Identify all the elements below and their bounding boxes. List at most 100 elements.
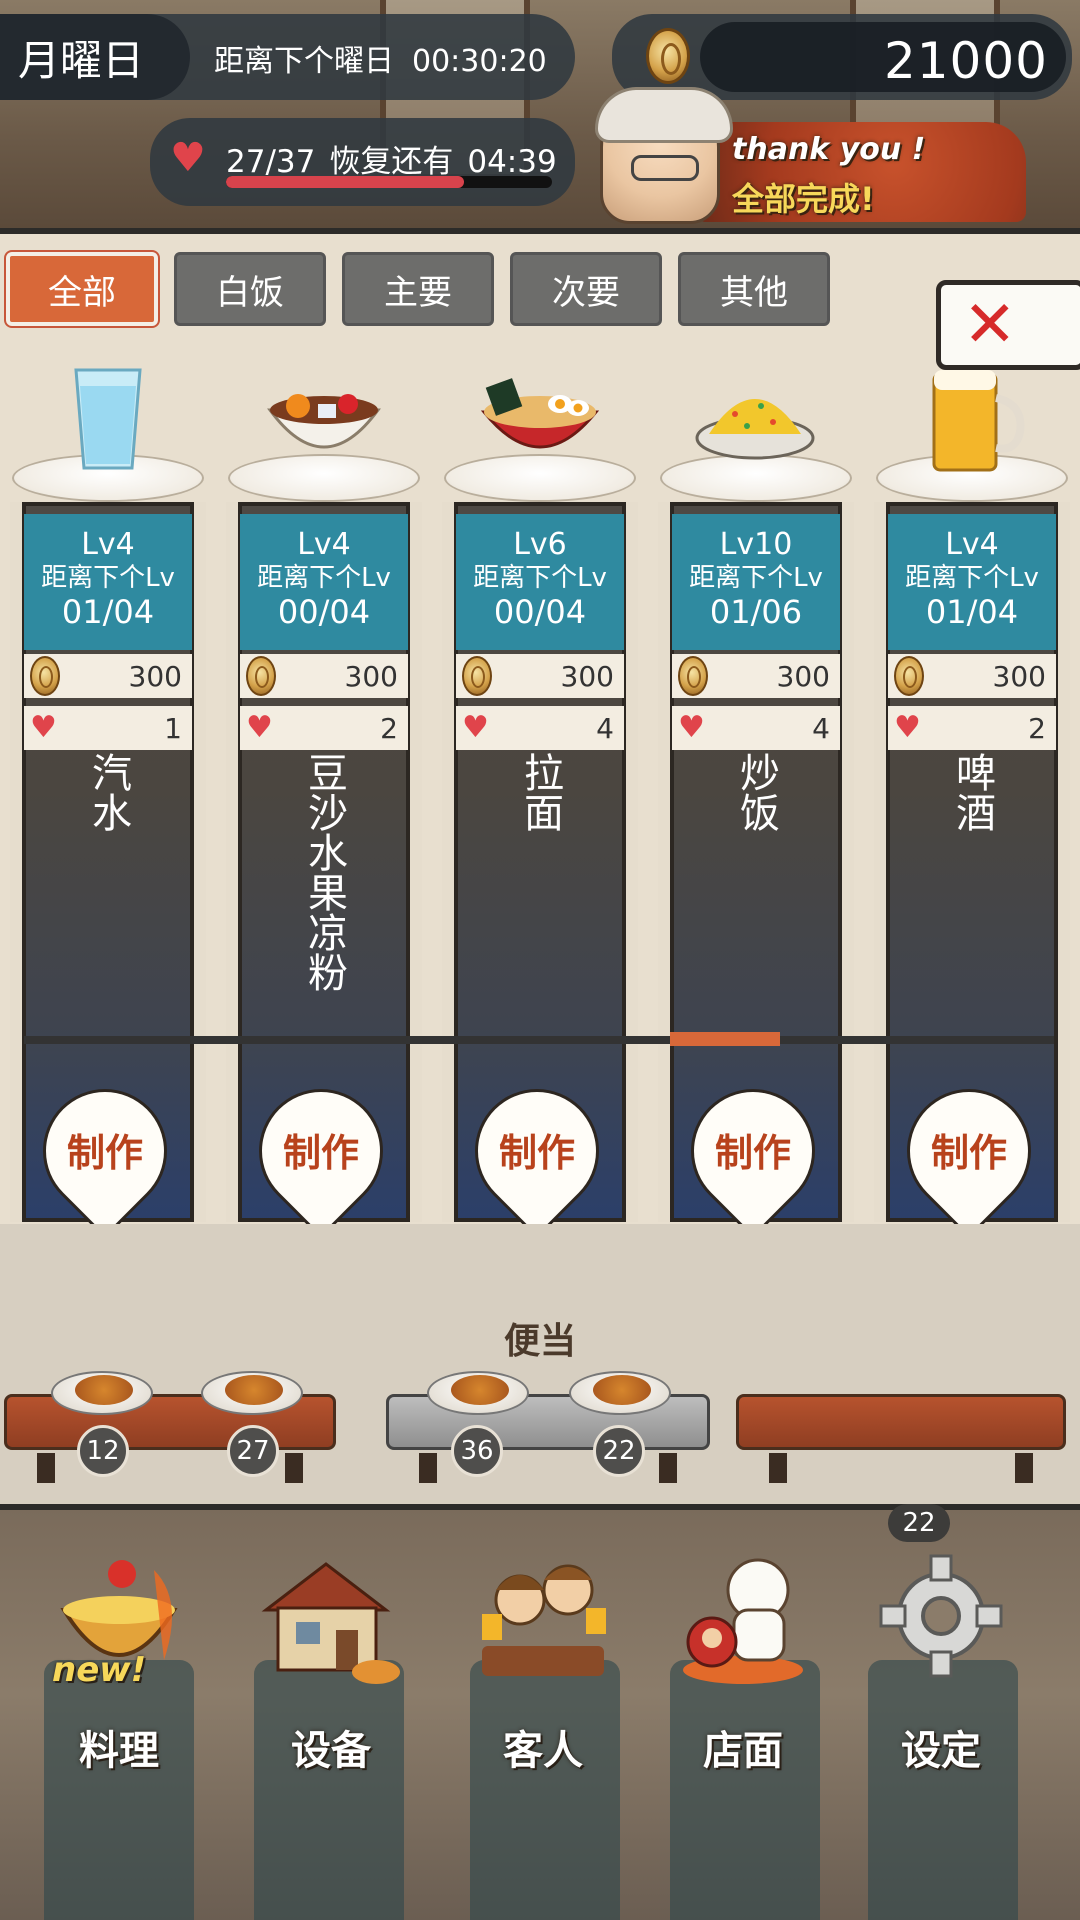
dish-cost: 300 bbox=[560, 659, 614, 693]
stamina-bar-fill bbox=[226, 176, 464, 188]
bento-table[interactable]: 12 27 bbox=[4, 1371, 336, 1483]
fried-rice-icon bbox=[695, 399, 815, 460]
heart-row: ♥ 2 bbox=[240, 706, 408, 750]
dish-name: 拉面 bbox=[517, 752, 563, 832]
next-day-label: 距离下个曜日 bbox=[214, 44, 394, 79]
nav-customers[interactable]: 客人 bbox=[448, 1530, 638, 1774]
make-button-label[interactable]: 制作 bbox=[262, 1122, 380, 1177]
nav-settings[interactable]: 设定 bbox=[846, 1530, 1036, 1774]
bento-dish[interactable] bbox=[51, 1371, 153, 1415]
heart-row: ♥ 4 bbox=[456, 706, 624, 750]
bento-food bbox=[225, 1375, 283, 1405]
next-level-label: 距离下个Lv bbox=[473, 563, 607, 593]
nav-cooking[interactable]: new! 料理 bbox=[24, 1530, 214, 1774]
heart-icon: ♥ bbox=[170, 135, 206, 181]
completion-banner[interactable]: thank you ! 全部完成! bbox=[595, 87, 1030, 224]
dish-level: Lv10 bbox=[719, 527, 793, 562]
nav-equipment-label[interactable]: 设备 bbox=[236, 1718, 426, 1776]
dish-level: Lv4 bbox=[945, 527, 999, 562]
dish-hearts: 2 bbox=[380, 711, 398, 745]
make-button-label[interactable]: 制作 bbox=[694, 1122, 812, 1177]
level-progress: 01/04 bbox=[925, 593, 1019, 631]
stamina-text: 27/37 恢复还有 04:39 bbox=[226, 136, 557, 181]
dish-level: Lv4 bbox=[297, 527, 351, 562]
tab-other[interactable]: 其他 bbox=[678, 252, 830, 326]
tab-side[interactable]: 次要 bbox=[510, 252, 662, 326]
coin-icon bbox=[646, 28, 690, 84]
make-button-label[interactable]: 制作 bbox=[478, 1122, 596, 1177]
heart-icon: ♥ bbox=[30, 710, 57, 745]
level-progress: 01/04 bbox=[61, 593, 155, 631]
next-level-label: 距离下个Lv bbox=[689, 563, 823, 593]
nav-storefront[interactable]: 店面 bbox=[648, 1530, 838, 1774]
dish-card[interactable]: Lv4 距离下个Lv 01/04 300 ♥ 1 汽水 制作 bbox=[0, 354, 216, 1235]
heart-icon: ♥ bbox=[894, 710, 921, 745]
dish-cost: 300 bbox=[344, 659, 398, 693]
coin-icon bbox=[246, 656, 276, 696]
banner-done-text: 全部完成! bbox=[732, 180, 875, 218]
house-icon bbox=[261, 1562, 400, 1684]
bento-dish[interactable] bbox=[569, 1371, 671, 1415]
menu-panel: 全部 白饭 主要 次要 其他 ✕ Lv4 距离下个Lv 01/04 300 ♥ … bbox=[0, 228, 1080, 1235]
nav-storefront-label[interactable]: 店面 bbox=[648, 1718, 838, 1776]
coin-icon bbox=[462, 656, 492, 696]
dish-card[interactable]: Lv4 距离下个Lv 01/04 300 ♥ 2 啤酒 制作 bbox=[864, 354, 1080, 1235]
coin-amount: 21000 bbox=[883, 32, 1048, 90]
dish-level: Lv4 bbox=[81, 527, 135, 562]
nav-equipment[interactable]: 设备 bbox=[236, 1530, 426, 1774]
beer-mug-icon bbox=[932, 370, 1025, 472]
bento-dish[interactable] bbox=[201, 1371, 303, 1415]
tab-all[interactable]: 全部 bbox=[6, 252, 158, 326]
stamina-panel[interactable]: ♥ 27/37 恢复还有 04:39 bbox=[150, 118, 575, 206]
dish-card[interactable]: Lv4 距离下个Lv 00/04 300 ♥ 2 豆沙水果凉粉 制作 bbox=[216, 354, 432, 1235]
make-button-label[interactable]: 制作 bbox=[910, 1122, 1028, 1177]
level-box: Lv4 距离下个Lv 01/04 bbox=[888, 514, 1056, 650]
bento-dish[interactable] bbox=[427, 1371, 529, 1415]
weekday-label: 月曜日 bbox=[0, 14, 190, 100]
dish-hearts: 1 bbox=[164, 711, 182, 745]
soda-glass-icon bbox=[74, 368, 142, 470]
gear-icon bbox=[879, 1554, 1003, 1678]
bento-food bbox=[75, 1375, 133, 1405]
dish-count-badge: 22 bbox=[593, 1425, 645, 1477]
level-box: Lv4 距离下个Lv 01/04 bbox=[24, 514, 192, 650]
dish-level: Lv6 bbox=[513, 527, 567, 562]
stamina-bar bbox=[226, 176, 552, 188]
tab-main[interactable]: 主要 bbox=[342, 252, 494, 326]
dish-scrollbar[interactable] bbox=[24, 1032, 1054, 1046]
dish-list[interactable]: Lv4 距离下个Lv 01/04 300 ♥ 1 汽水 制作 Lv4 距离下个L… bbox=[0, 354, 1080, 1235]
next-level-label: 距离下个Lv bbox=[41, 563, 175, 593]
nav-settings-label[interactable]: 设定 bbox=[846, 1718, 1036, 1776]
tab-rice[interactable]: 白饭 bbox=[174, 252, 326, 326]
bento-food bbox=[593, 1375, 651, 1405]
dish-card[interactable]: Lv6 距离下个Lv 00/04 300 ♥ 4 拉面 制作 bbox=[432, 354, 648, 1235]
table-legs bbox=[769, 1453, 1033, 1483]
next-level-label: 距离下个Lv bbox=[257, 563, 391, 593]
stamina-count: 27/37 bbox=[226, 144, 316, 180]
dish-hearts: 4 bbox=[812, 711, 830, 745]
level-box: Lv6 距离下个Lv 00/04 bbox=[456, 514, 624, 650]
dish-cost: 300 bbox=[776, 659, 830, 693]
heart-icon: ♥ bbox=[678, 710, 705, 745]
scrollbar-thumb[interactable] bbox=[670, 1032, 780, 1046]
dish-name: 啤酒 bbox=[949, 752, 995, 832]
dish-name: 炒饭 bbox=[733, 752, 779, 832]
make-button-label[interactable]: 制作 bbox=[46, 1122, 164, 1177]
bento-table[interactable]: 36 22 bbox=[386, 1371, 710, 1483]
nav-cooking-label[interactable]: 料理 bbox=[24, 1718, 214, 1776]
ramen-bowl-icon bbox=[480, 378, 600, 449]
nav-customers-label[interactable]: 客人 bbox=[448, 1718, 638, 1776]
bottom-nav: new! 料理 设备 客人 店面 设定 bbox=[0, 1504, 1080, 1920]
dish-card[interactable]: Lv10 距离下个Lv 01/06 300 ♥ 4 炒饭 制作 bbox=[648, 354, 864, 1235]
dish-hearts: 2 bbox=[1028, 711, 1046, 745]
coin-icon bbox=[30, 656, 60, 696]
new-tag: new! bbox=[52, 1650, 147, 1690]
heart-row: ♥ 1 bbox=[24, 706, 192, 750]
level-progress: 01/06 bbox=[709, 593, 803, 631]
level-progress: 00/04 bbox=[277, 593, 371, 631]
heart-row: ♥ 2 bbox=[888, 706, 1056, 750]
dish-count-badge: 36 bbox=[451, 1425, 503, 1477]
cost-row: 300 bbox=[240, 654, 408, 698]
bento-table-empty[interactable] bbox=[736, 1394, 1066, 1483]
banner-thanks-text: thank you ! bbox=[732, 132, 926, 167]
